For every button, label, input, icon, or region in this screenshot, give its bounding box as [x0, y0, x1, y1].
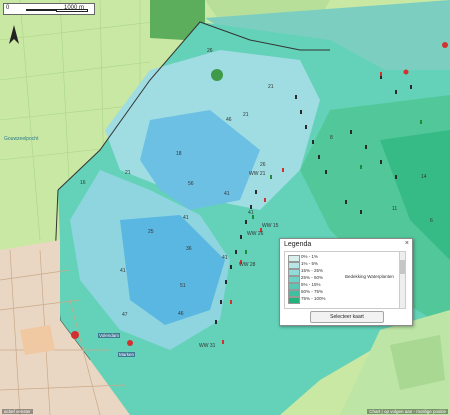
marker-label: WW 31: [199, 343, 216, 349]
legend-swatch: [288, 290, 300, 297]
town-label: Marken: [118, 352, 136, 357]
legend-swatch: [288, 276, 300, 283]
attribution-left: actief venster: [2, 409, 33, 414]
legend-panel[interactable]: Legenda × 0% - 1% 1% - 5% 15% - 25% 25% …: [279, 238, 413, 326]
legend-item-label: 25% - 50%: [301, 275, 324, 280]
depth-label: 25: [148, 229, 154, 235]
depth-label: 47: [122, 312, 128, 318]
scale-segment-dark: [26, 9, 56, 11]
depth-label: 11: [392, 206, 398, 212]
legend-item-label: 75% - 100%: [301, 296, 326, 301]
legend-swatch: [288, 255, 300, 262]
place-label: Gouwzeelpocht: [4, 136, 39, 142]
select-map-button[interactable]: Selecteer kaart: [310, 311, 384, 323]
depth-label: 16: [80, 180, 86, 186]
depth-label: 41: [222, 255, 228, 261]
legend-layer-name: Bedekking Waterplanten: [345, 274, 394, 279]
depth-label: 21: [268, 84, 274, 90]
legend-item-label: 15% - 25%: [301, 268, 324, 273]
legend-swatch: [288, 262, 300, 269]
depth-label: 26: [207, 48, 213, 54]
map-view[interactable]: 0 1000 m Gouwzeelpocht 26 21 18 46 21 41…: [0, 0, 450, 415]
depth-label: 14: [421, 174, 427, 180]
legend-swatch: [288, 269, 300, 276]
legend-item-label: 5% - 15%: [301, 282, 321, 287]
depth-label: 46: [178, 311, 184, 317]
depth-label: 41: [224, 191, 230, 197]
marker-label: WW 26: [247, 231, 264, 237]
depth-label: 18: [176, 151, 182, 157]
scrollbar-thumb[interactable]: [400, 260, 405, 274]
depth-label: 8: [330, 135, 333, 141]
depth-label: 36: [186, 246, 192, 252]
legend-swatch: [288, 283, 300, 290]
marker-label: WW 15: [262, 223, 279, 229]
close-icon[interactable]: ×: [405, 240, 409, 247]
marker-label: WW 21: [249, 171, 266, 177]
depth-label: 56: [188, 181, 194, 187]
legend-list[interactable]: 0% - 1% 1% - 5% 15% - 25% 25% - 50% 5% -…: [284, 251, 406, 309]
depth-label: 41: [183, 215, 189, 221]
depth-label: 41: [120, 268, 126, 274]
legend-item-label: 0% - 1%: [301, 254, 319, 259]
scale-bar: 0 1000 m: [3, 3, 95, 15]
depth-label: 46: [226, 117, 232, 123]
legend-swatch: [288, 297, 300, 304]
depth-label: 51: [180, 283, 186, 289]
depth-label: 41: [248, 210, 254, 216]
marker-label: WW 28: [239, 262, 256, 268]
scale-zero: 0: [6, 5, 10, 11]
depth-label: 6: [430, 218, 433, 224]
town-label: Volendam: [98, 333, 121, 338]
legend-title: Legenda: [284, 241, 312, 248]
depth-label: 21: [243, 112, 249, 118]
legend-item-label: 50% - 75%: [301, 289, 324, 294]
depth-label: 21: [125, 170, 131, 176]
map-canvas[interactable]: [0, 0, 450, 415]
depth-label: 26: [260, 162, 266, 168]
north-arrow-icon: [9, 25, 19, 44]
legend-scrollbar[interactable]: [399, 252, 405, 308]
legend-item-label: 1% - 5%: [301, 261, 319, 266]
scale-distance: 1000 m: [64, 5, 85, 11]
attribution-right[interactable]: Chart | op volgen aan - motilige positie: [367, 409, 448, 414]
